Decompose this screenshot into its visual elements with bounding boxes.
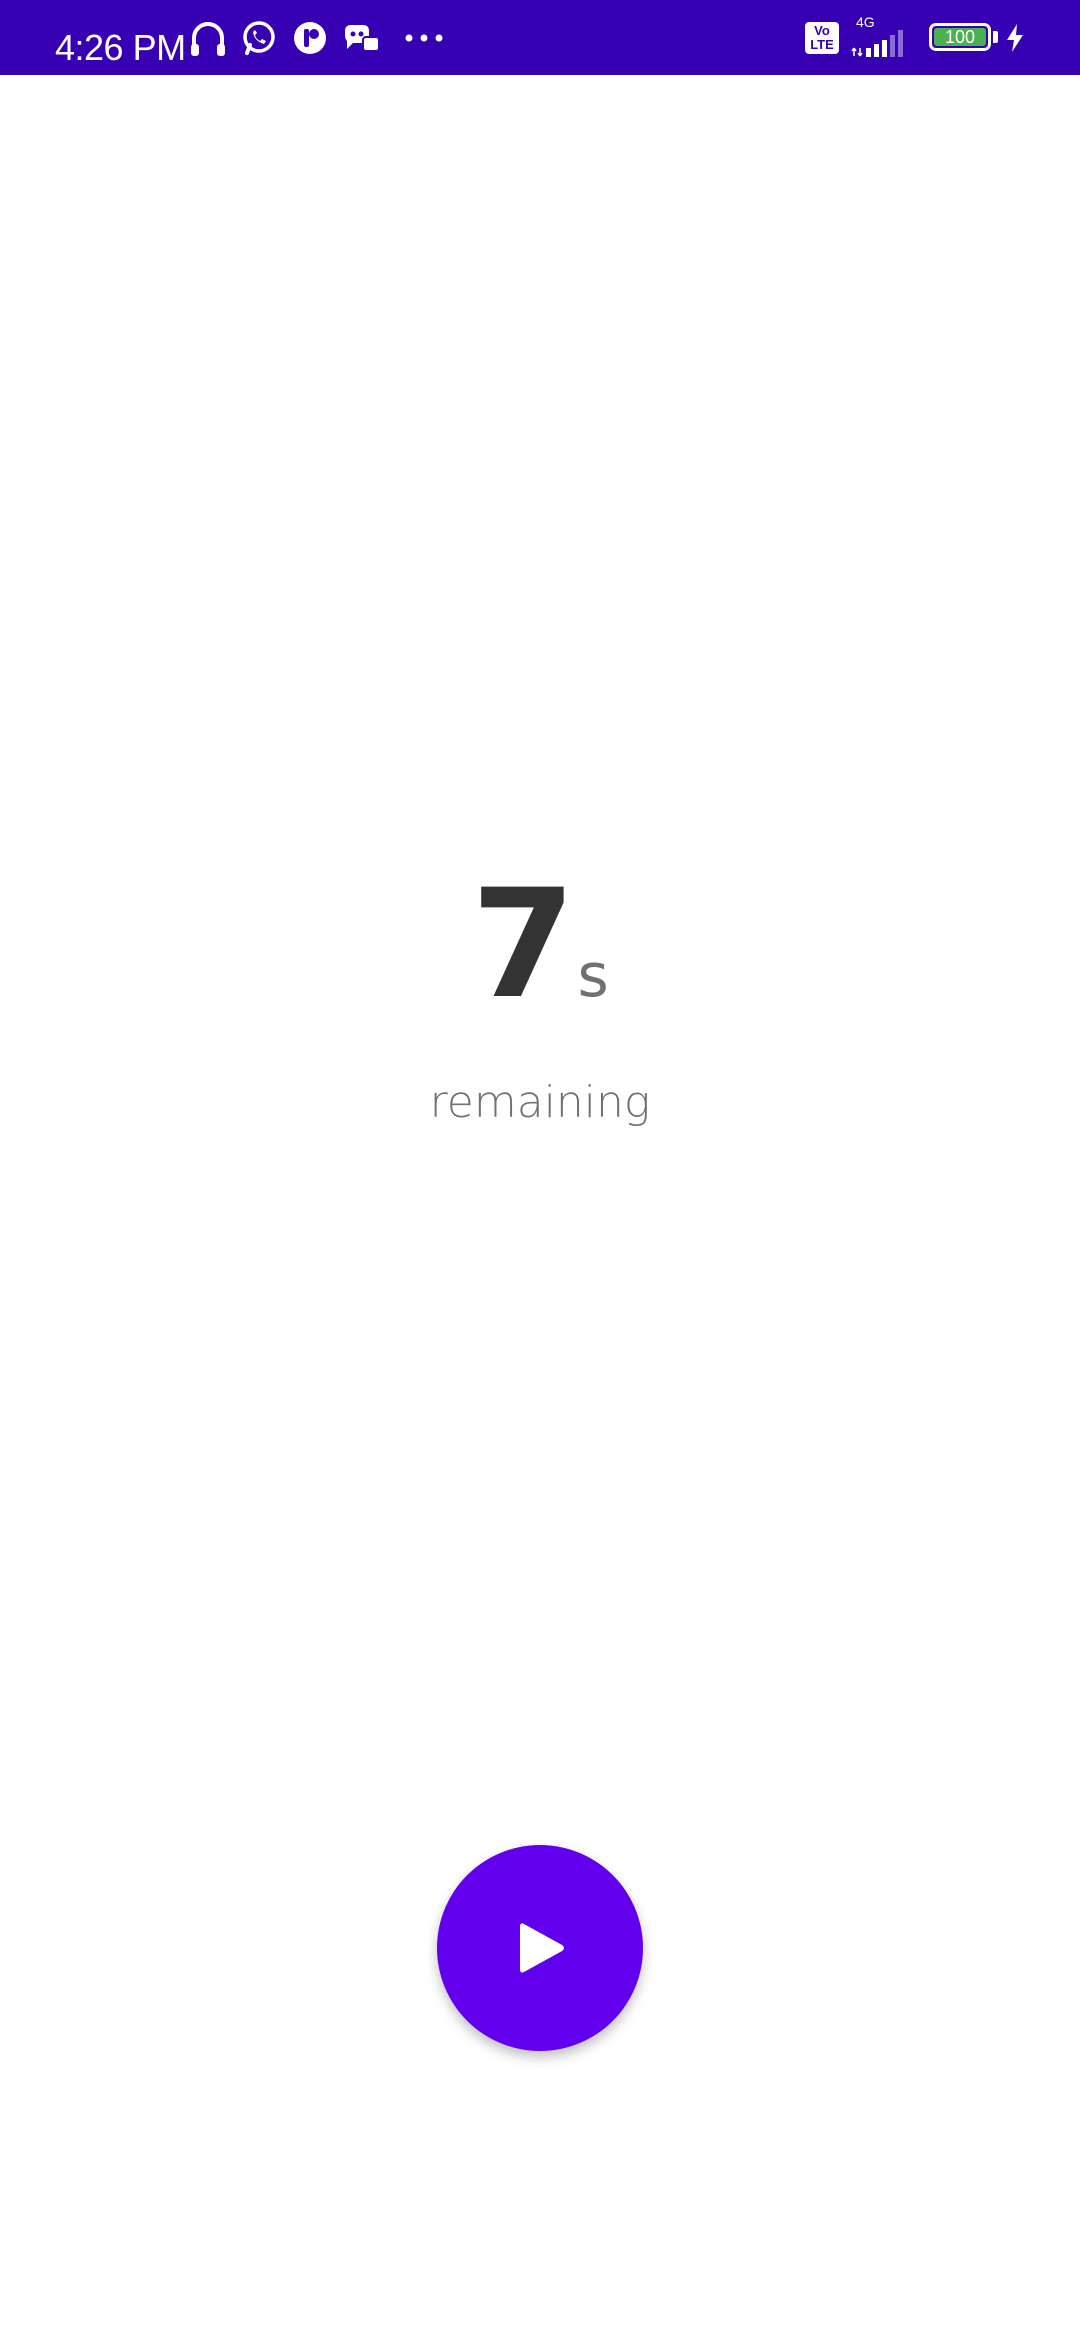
battery-level: 100 <box>944 26 976 47</box>
headphones-icon <box>188 0 228 75</box>
timer-screen: 4:26 PM Vo LTE 4G 100 7s remaining <box>0 0 1080 2340</box>
more-dots-icon <box>403 0 445 75</box>
whatsapp-icon <box>239 0 279 75</box>
timer-display: 7s <box>0 870 1080 1020</box>
volte-icon: Vo LTE <box>803 0 841 75</box>
charging-icon <box>1003 0 1027 75</box>
play-icon <box>520 1923 564 1973</box>
game-controller-icon <box>340 0 382 75</box>
play-button[interactable] <box>437 1845 643 2051</box>
battery-icon: 100 <box>928 0 1000 75</box>
volte-label-top: Vo <box>814 22 830 38</box>
remaining-label: remaining <box>429 1077 651 1128</box>
signal-icon: 4G <box>850 0 918 75</box>
timer-seconds-value: 7 <box>471 858 576 1032</box>
status-time: 4:26 PM <box>55 27 186 68</box>
app-notification-icon <box>290 0 330 75</box>
timer-unit: s <box>577 941 609 1011</box>
status-bar: 4:26 PM Vo LTE 4G 100 <box>0 0 1080 75</box>
volte-label-bottom: LTE <box>810 36 834 52</box>
